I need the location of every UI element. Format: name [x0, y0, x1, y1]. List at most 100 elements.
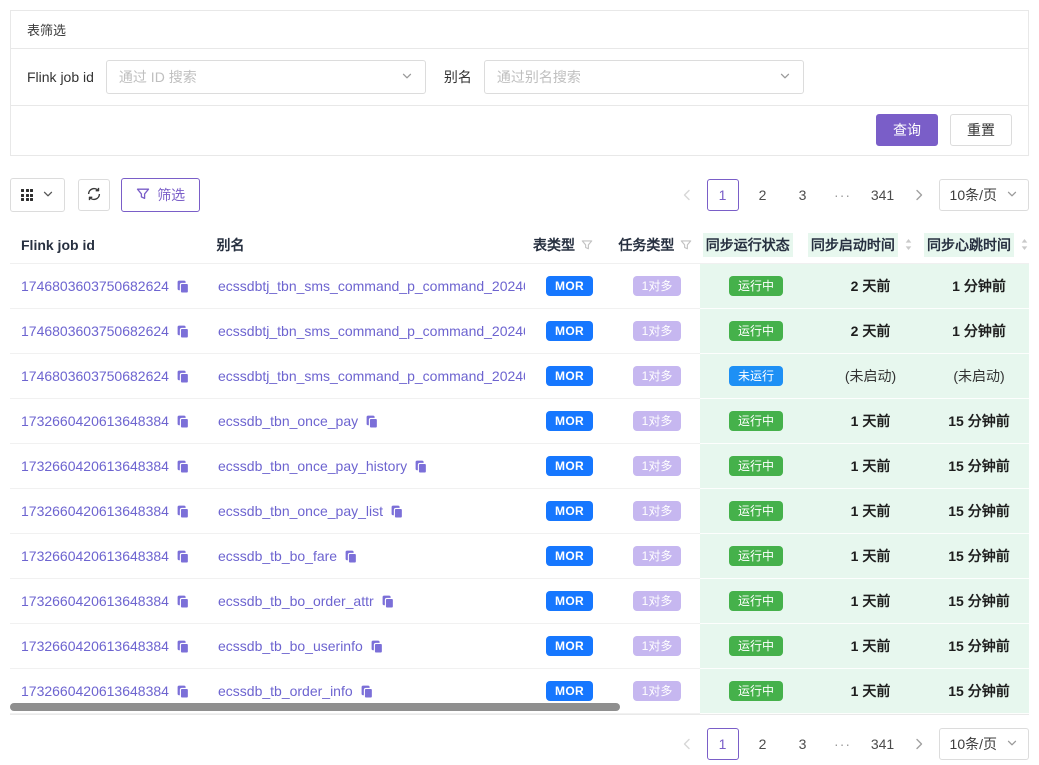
sync-heartbeat-time-cell: 15 分钟前 — [929, 399, 1029, 444]
alias-link[interactable]: ecssdb_tbn_once_pay_history — [218, 458, 407, 474]
funnel-filter-icon[interactable] — [680, 239, 692, 251]
page-button-1[interactable]: 1 — [707, 728, 739, 760]
copy-icon[interactable] — [175, 549, 190, 564]
sort-icon[interactable] — [1020, 238, 1029, 251]
copy-icon[interactable] — [175, 369, 190, 384]
copy-icon[interactable] — [175, 459, 190, 474]
copy-icon[interactable] — [343, 549, 358, 564]
refresh-button[interactable] — [78, 179, 110, 211]
funnel-filter-icon[interactable] — [581, 239, 593, 251]
alias-link[interactable]: ecssdbtj_tbn_sms_command_p_command_20240… — [218, 368, 525, 384]
column-settings-button[interactable] — [10, 178, 65, 212]
alias-cell: ecssdbtj_tbn_sms_command_p_command_20240… — [207, 354, 525, 399]
copy-icon[interactable] — [380, 594, 395, 609]
task-type-cell: 1对多 — [614, 264, 700, 309]
alias-cell: ecssdb_tb_bo_userinfo — [207, 624, 525, 669]
sync-start-time-cell: 1 天前 — [812, 444, 929, 489]
task-type-badge: 1对多 — [633, 411, 682, 431]
sync-heartbeat-time-value: 15 分钟前 — [948, 501, 1009, 521]
flink-job-id-cell: 1732660420613648384 — [10, 534, 207, 579]
page-size-select[interactable]: 10条/页 — [939, 179, 1029, 211]
col-sync-status: 同步运行状态 — [695, 233, 806, 257]
sync-start-time-value: 2 天前 — [851, 276, 891, 296]
alias-select[interactable]: 通过别名搜索 — [484, 60, 804, 94]
table-toolbar: 筛选 123···341 10条/页 — [10, 178, 1029, 212]
flink-job-id-link[interactable]: 1746803603750682624 — [21, 368, 169, 384]
sync-status-cell: 运行中 — [700, 309, 812, 354]
prev-page-button[interactable] — [675, 179, 699, 211]
copy-icon[interactable] — [175, 504, 190, 519]
flink-job-id-link[interactable]: 1732660420613648384 — [21, 548, 169, 564]
sync-heartbeat-time-cell: 1 分钟前 — [929, 264, 1029, 309]
table-type-cell: MOR — [525, 309, 614, 354]
flink-job-id-link[interactable]: 1732660420613648384 — [21, 458, 169, 474]
copy-icon[interactable] — [359, 684, 374, 699]
next-page-button[interactable] — [907, 728, 931, 760]
status-badge: 运行中 — [729, 591, 783, 611]
page-button-2[interactable]: 2 — [747, 179, 779, 211]
alias-link[interactable]: ecssdb_tbn_once_pay — [218, 413, 358, 429]
page-button-3[interactable]: 3 — [787, 728, 819, 760]
flink-job-id-link[interactable]: 1732660420613648384 — [21, 413, 169, 429]
copy-icon[interactable] — [175, 414, 190, 429]
copy-icon[interactable] — [175, 279, 190, 294]
filter-button[interactable]: 筛选 — [121, 178, 200, 212]
table-row: 1746803603750682624 ecssdbtj_tbn_sms_comm… — [10, 309, 1029, 354]
query-button[interactable]: 查询 — [876, 114, 938, 146]
sync-start-time-cell: 2 天前 — [812, 309, 929, 354]
reset-button[interactable]: 重置 — [950, 114, 1012, 146]
flink-job-id-link[interactable]: 1732660420613648384 — [21, 503, 169, 519]
table-row: 1746803603750682624 ecssdbtj_tbn_sms_comm… — [10, 264, 1029, 309]
copy-icon[interactable] — [413, 459, 428, 474]
page-button-3[interactable]: 3 — [787, 179, 819, 211]
flink-job-id-link[interactable]: 1732660420613648384 — [21, 638, 169, 654]
copy-icon[interactable] — [389, 504, 404, 519]
table-type-badge: MOR — [546, 366, 593, 386]
alias-link[interactable]: ecssdb_tb_bo_order_attr — [218, 593, 374, 609]
alias-link[interactable]: ecssdb_tb_bo_fare — [218, 548, 337, 564]
page-size-select[interactable]: 10条/页 — [939, 728, 1029, 760]
flink-job-id-label: Flink job id — [27, 69, 94, 85]
copy-icon[interactable] — [175, 594, 190, 609]
flink-job-id-link[interactable]: 1746803603750682624 — [21, 278, 169, 294]
flink-job-id-link[interactable]: 1746803603750682624 — [21, 323, 169, 339]
copy-icon[interactable] — [175, 324, 190, 339]
prev-page-button[interactable] — [675, 728, 699, 760]
task-type-cell: 1对多 — [614, 534, 700, 579]
copy-icon[interactable] — [369, 639, 384, 654]
chevron-down-icon — [1006, 187, 1018, 203]
task-type-cell: 1对多 — [614, 579, 700, 624]
page-list: 123···341 — [707, 728, 899, 760]
alias-link[interactable]: ecssdb_tbn_once_pay_list — [218, 503, 383, 519]
page-button-341[interactable]: 341 — [867, 179, 899, 211]
page-button-2[interactable]: 2 — [747, 728, 779, 760]
flink-job-id-cell: 1746803603750682624 — [10, 309, 207, 354]
bottom-bar: 123···341 10条/页 — [10, 728, 1029, 760]
sync-start-time-value: 1 天前 — [851, 591, 891, 611]
horizontal-scrollbar[interactable] — [10, 703, 620, 711]
page-ellipsis[interactable]: ··· — [827, 179, 859, 211]
flink-job-id-select[interactable]: 通过 ID 搜索 — [106, 60, 426, 94]
alias-link[interactable]: ecssdbtj_tbn_sms_command_p_command_20240… — [218, 323, 525, 339]
status-badge: 运行中 — [729, 501, 783, 521]
alias-link[interactable]: ecssdb_tb_order_info — [218, 683, 353, 699]
table-type-badge: MOR — [546, 321, 593, 341]
filter-fields-row: Flink job id 通过 ID 搜索 别名 通过别名搜索 — [11, 49, 1028, 106]
copy-icon[interactable] — [175, 684, 190, 699]
sync-status-cell: 运行中 — [700, 669, 812, 714]
page-ellipsis[interactable]: ··· — [827, 728, 859, 760]
copy-icon[interactable] — [364, 414, 379, 429]
table-type-badge: MOR — [546, 681, 593, 701]
alias-link[interactable]: ecssdb_tb_bo_userinfo — [218, 638, 363, 654]
flink-job-id-link[interactable]: 1732660420613648384 — [21, 683, 169, 699]
chevron-down-icon — [1006, 736, 1018, 752]
copy-icon[interactable] — [175, 639, 190, 654]
alias-link[interactable]: ecssdbtj_tbn_sms_command_p_command_20240… — [218, 278, 525, 294]
alias-cell: ecssdb_tbn_once_pay — [207, 399, 525, 444]
page-button-1[interactable]: 1 — [707, 179, 739, 211]
table-type-badge: MOR — [546, 546, 593, 566]
page-button-341[interactable]: 341 — [867, 728, 899, 760]
next-page-button[interactable] — [907, 179, 931, 211]
sort-icon[interactable] — [904, 238, 913, 251]
flink-job-id-link[interactable]: 1732660420613648384 — [21, 593, 169, 609]
